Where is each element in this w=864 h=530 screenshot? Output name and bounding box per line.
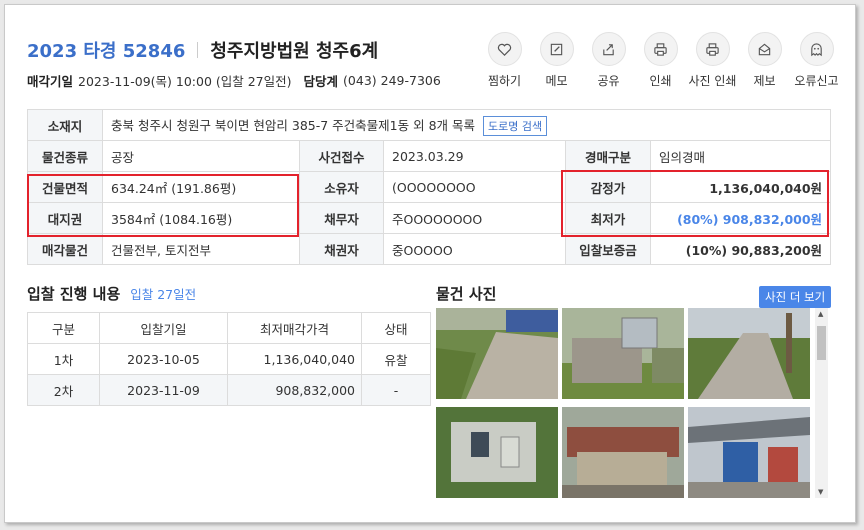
sale-items-value: 건물전부, 토지전부 <box>102 233 300 265</box>
error-report-icon <box>799 32 834 66</box>
dept-value: (043) 249-7306 <box>343 73 441 88</box>
price-cell: 1,136,040,040 <box>227 343 362 375</box>
road-name-search-button[interactable]: 도로명 검색 <box>482 115 548 136</box>
print-label: 인쇄 <box>649 74 672 88</box>
scroll-up-icon[interactable]: ▲ <box>818 310 823 318</box>
table-row: 1차 2023-10-05 1,136,040,040 유찰 <box>27 343 431 375</box>
bidding-countdown: 입찰 27일전 <box>130 287 197 302</box>
photo-print-button[interactable]: 사진 인쇄 <box>687 32 738 89</box>
more-photos-button[interactable]: 사진 더 보기 <box>759 286 832 308</box>
photo-thumbnail[interactable] <box>436 308 558 399</box>
photo-print-icon <box>695 32 730 66</box>
date-cell: 2023-10-05 <box>99 343 228 375</box>
bid-deposit-value: (10%) 90,883,200원 <box>649 233 832 265</box>
title-row: 2023 타경 52846 청주지방법원 청주6계 <box>27 37 378 63</box>
col-status: 상태 <box>361 312 431 344</box>
creditor-value: 중OOOOO <box>383 233 566 265</box>
item-type-value: 공장 <box>102 140 300 172</box>
area-highlight-box <box>27 174 299 237</box>
memo-label: 메모 <box>545 74 568 88</box>
report-label: 제보 <box>753 74 776 88</box>
auction-type-label: 경매구분 <box>565 140 651 172</box>
report-button[interactable]: 제보 <box>739 32 790 89</box>
owner-label: 소유자 <box>299 171 384 203</box>
creditor-label: 채권자 <box>299 233 384 265</box>
bidding-header-row: 구분 입찰기일 최저매각가격 상태 <box>27 312 431 344</box>
meta-row: 매각기일 2023-11-09(목) 10:00 (입찰 27일전) 담당계 (… <box>27 71 441 90</box>
favorite-label: 찜하기 <box>487 74 522 88</box>
photo-thumbnail[interactable] <box>688 308 810 399</box>
status-cell: 유찰 <box>361 343 431 375</box>
location-cell: 충북 청주시 청원구 북이면 현암리 385-7 주건축물제1동 외 8개 목록… <box>101 109 832 141</box>
photos-section-title: 물건 사진 <box>436 285 497 303</box>
case-received-label: 사건접수 <box>299 140 384 172</box>
dept-label: 담당계 <box>303 74 339 89</box>
heart-icon <box>487 32 522 66</box>
sale-items-label: 매각물건 <box>27 233 103 265</box>
debtor-label: 채무자 <box>299 202 384 234</box>
memo-icon <box>539 32 574 66</box>
debtor-value: 주OOOOOOOO <box>383 202 566 234</box>
photo-scrollbar[interactable]: ▲ ▼ <box>815 308 828 498</box>
report-icon <box>747 32 782 66</box>
memo-button[interactable]: 메모 <box>531 32 582 89</box>
favorite-button[interactable]: 찜하기 <box>479 32 530 89</box>
location-label: 소재지 <box>27 109 103 141</box>
photo-thumbnail[interactable] <box>562 407 684 498</box>
location-row: 소재지 충북 청주시 청원구 북이면 현암리 385-7 주건축물제1동 외 8… <box>27 109 832 141</box>
case-number: 2023 타경 52846 <box>27 41 186 62</box>
info-row: 물건종류 공장 사건접수 2023.03.29 경매구분 임의경매 <box>27 140 832 172</box>
bid-deposit-label: 입찰보증금 <box>565 233 651 265</box>
scrollbar-thumb[interactable] <box>817 326 826 360</box>
photo-print-label: 사진 인쇄 <box>688 74 737 88</box>
sale-date-label: 매각기일 <box>27 74 74 89</box>
owner-value: (OOOOOOOO <box>383 171 566 203</box>
bidding-table: 구분 입찰기일 최저매각가격 상태 1차 2023-10-05 1,136,04… <box>27 312 431 406</box>
bidding-title: 입찰 진행 내용 <box>27 285 121 303</box>
print-button[interactable]: 인쇄 <box>635 32 686 89</box>
share-icon <box>591 32 626 66</box>
round-cell: 2차 <box>27 374 100 406</box>
share-button[interactable]: 공유 <box>583 32 634 89</box>
title-divider <box>197 42 199 58</box>
col-round: 구분 <box>27 312 100 344</box>
item-type-label: 물건종류 <box>27 140 103 172</box>
location-value: 충북 청주시 청원구 북이면 현암리 385-7 주건축물제1동 외 8개 목록 <box>111 117 475 133</box>
date-cell: 2023-11-09 <box>99 374 228 406</box>
col-bid-date: 입찰기일 <box>99 312 228 344</box>
photo-thumbnail[interactable] <box>688 407 810 498</box>
photo-grid <box>436 308 815 498</box>
action-buttons: 찜하기 메모 공유 인쇄 사진 인쇄 제보 오류신고 <box>479 32 843 89</box>
sale-date-value: 2023-11-09(목) 10:00 (입찰 27일전) <box>78 74 292 89</box>
col-min-price: 최저매각가격 <box>227 312 362 344</box>
auction-type-value: 임의경매 <box>649 140 832 172</box>
info-row: 매각물건 건물전부, 토지전부 채권자 중OOOOO 입찰보증금 (10%) 9… <box>27 233 832 265</box>
photo-thumbnail[interactable] <box>436 407 558 498</box>
case-received-value: 2023.03.29 <box>383 140 566 172</box>
scroll-down-icon[interactable]: ▼ <box>818 488 823 496</box>
auction-detail-panel: 2023 타경 52846 청주지방법원 청주6계 매각기일 2023-11-0… <box>4 4 856 523</box>
error-report-label: 오류신고 <box>794 74 839 88</box>
price-highlight-box <box>561 170 829 237</box>
photo-thumbnail[interactable] <box>562 308 684 399</box>
court-name: 청주지방법원 청주6계 <box>210 41 379 62</box>
status-cell: - <box>361 374 431 406</box>
print-icon <box>643 32 678 66</box>
table-row: 2차 2023-11-09 908,832,000 - <box>27 374 431 406</box>
bidding-section-title: 입찰 진행 내용 입찰 27일전 <box>27 283 196 304</box>
price-cell: 908,832,000 <box>227 374 362 406</box>
share-label: 공유 <box>597 74 620 88</box>
error-report-button[interactable]: 오류신고 <box>791 32 842 89</box>
round-cell: 1차 <box>27 343 100 375</box>
